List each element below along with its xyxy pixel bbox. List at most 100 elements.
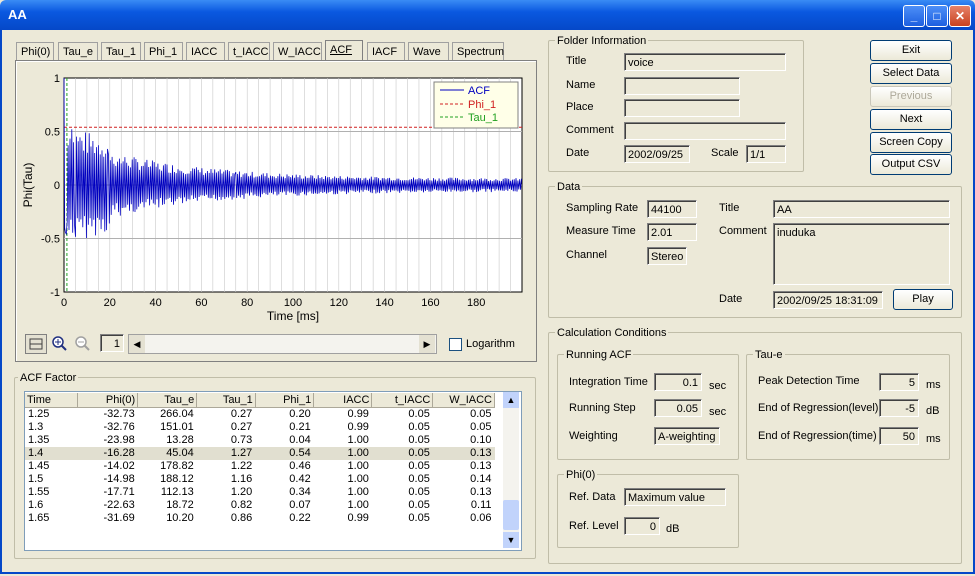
- x-tick-label: 0: [61, 297, 67, 309]
- eor-time-field[interactable]: 50: [879, 427, 919, 445]
- y-tick-label: -1: [50, 287, 60, 299]
- phi0-title: Phi(0): [564, 469, 598, 481]
- folder-name-field[interactable]: [624, 77, 740, 95]
- sampling-rate-label: Sampling Rate: [566, 202, 639, 214]
- page-field[interactable]: 1: [100, 334, 124, 352]
- table-cell: 112.13: [160, 486, 194, 498]
- x-axis-label: Time [ms]: [267, 309, 319, 323]
- ref-level-label: Ref. Level: [569, 520, 619, 532]
- fit-view-icon[interactable]: [25, 334, 47, 354]
- chart-scrollbar[interactable]: ◀ ▶: [128, 334, 437, 354]
- column-header[interactable]: IACC: [313, 393, 373, 408]
- eor-level-field[interactable]: -5: [879, 399, 919, 417]
- exit-button[interactable]: Exit: [870, 40, 952, 61]
- weighting-field[interactable]: A-weighting: [654, 427, 720, 445]
- folder-date-field[interactable]: 2002/09/25: [624, 145, 690, 163]
- tab-acf[interactable]: ACF: [325, 40, 363, 60]
- scale-field[interactable]: 1/1: [746, 145, 786, 163]
- y-tick-label: 0.5: [45, 127, 60, 139]
- column-header[interactable]: Phi(0): [77, 393, 139, 408]
- zoom-out-icon[interactable]: [72, 334, 92, 352]
- tab-wave[interactable]: Wave: [408, 42, 449, 60]
- table-row[interactable]: 1.55 -17.71 112.13 1.20 0.34 1.00 0.05 0.13: [25, 486, 495, 499]
- table-scrollbar[interactable]: ▲ ▼: [503, 392, 519, 548]
- table-row[interactable]: 1.25 -32.73 266.04 0.27 0.20 0.99 0.05 0.05: [25, 408, 495, 422]
- zoom-in-icon[interactable]: [49, 334, 69, 352]
- acf-factor-table[interactable]: Time Phi(0) Tau_e Tau_1 Phi_1 IACC t_IACC W_IAC…: [25, 393, 495, 525]
- table-row[interactable]: 1.4 -16.28 45.04 1.27 0.54 1.00 0.05 0.13: [25, 447, 495, 460]
- data-title-label: Title: [719, 202, 740, 214]
- running-step-field[interactable]: 0.05: [654, 399, 702, 417]
- table-cell: 1.20: [230, 486, 253, 498]
- sampling-rate-field[interactable]: 44100: [647, 200, 697, 218]
- select-data-button[interactable]: Select Data: [870, 63, 952, 84]
- table-row[interactable]: 1.45 -14.02 178.82 1.22 0.46 1.00 0.05 0.13: [25, 460, 495, 473]
- table-cell: 0.05: [408, 421, 430, 433]
- channel-field[interactable]: Stereo: [647, 247, 687, 265]
- data-date-label: Date: [719, 293, 743, 305]
- table-cell: 0.06: [470, 512, 492, 524]
- tab-spectrum[interactable]: Spectrum: [452, 42, 504, 60]
- close-button[interactable]: ✕: [949, 5, 971, 27]
- maximize-button[interactable]: □: [926, 5, 948, 27]
- title-bar[interactable]: AA _ □ ✕: [0, 0, 975, 30]
- column-header[interactable]: Phi_1: [255, 393, 315, 408]
- tab-w-iacc[interactable]: W_IACC: [273, 42, 322, 60]
- logarithm-checkbox[interactable]: [449, 338, 462, 351]
- ref-level-unit: dB: [666, 523, 680, 535]
- ref-level-field[interactable]: 0: [624, 517, 660, 535]
- table-row[interactable]: 1.65 -31.69 10.20 0.86 0.22 0.99 0.05 0.06: [25, 512, 495, 525]
- next-button[interactable]: Next: [870, 109, 952, 130]
- folder-title-field[interactable]: voice: [624, 53, 786, 71]
- data-title: Data: [555, 181, 583, 193]
- folder-place-field[interactable]: [624, 99, 740, 117]
- table-cell: 0.99: [347, 421, 369, 433]
- table-row[interactable]: 1.5 -14.98 188.12 1.16 0.42 1.00 0.05 0.14: [25, 473, 495, 486]
- ref-data-field[interactable]: Maximum value: [624, 488, 726, 506]
- data-comment-field[interactable]: inuduka: [773, 223, 950, 285]
- scroll-down-icon[interactable]: ▼: [503, 532, 519, 548]
- tab-tau-e[interactable]: Tau_e: [58, 42, 98, 60]
- tab-t-iacc[interactable]: t_IACC: [228, 42, 270, 60]
- scroll-thumb[interactable]: [503, 500, 519, 530]
- tab-iacc[interactable]: IACC: [186, 42, 225, 60]
- column-header[interactable]: Tau_1: [196, 393, 256, 408]
- column-header[interactable]: Time: [25, 393, 78, 408]
- column-header[interactable]: W_IACC: [432, 393, 495, 408]
- running-acf-title: Running ACF: [564, 349, 634, 361]
- table-cell: 0.14: [470, 473, 492, 485]
- tau-e-title: Tau-e: [753, 349, 785, 361]
- table-cell: -14.02: [103, 460, 135, 472]
- play-button[interactable]: Play: [893, 289, 953, 310]
- tab-iacf[interactable]: IACF: [367, 42, 405, 60]
- table-cell: 0.13: [470, 486, 492, 498]
- folder-comment-field[interactable]: [624, 122, 786, 140]
- table-cell: 0.99: [347, 408, 369, 420]
- scroll-right-icon[interactable]: ▶: [419, 335, 435, 353]
- column-header[interactable]: t_IACC: [371, 393, 434, 408]
- tab-tau-1[interactable]: Tau_1: [101, 42, 141, 60]
- measure-time-field[interactable]: 2.01: [647, 223, 697, 241]
- minimize-button[interactable]: _: [903, 5, 925, 27]
- ref-data-label: Ref. Data: [569, 491, 616, 503]
- screen-copy-button[interactable]: Screen Copy: [870, 132, 952, 153]
- peak-detection-field[interactable]: 5: [879, 373, 919, 391]
- table-row[interactable]: 1.3 -32.76 151.01 0.27 0.21 0.99 0.05 0.05: [25, 421, 495, 434]
- tab-phi-0-[interactable]: Phi(0): [16, 42, 54, 60]
- scroll-up-icon[interactable]: ▲: [503, 392, 519, 408]
- integration-time-field[interactable]: 0.1: [654, 373, 702, 391]
- table-cell: 45.04: [137, 447, 197, 460]
- table-cell: 10.20: [166, 512, 194, 524]
- table-row[interactable]: 1.6 -22.63 18.72 0.82 0.07 1.00 0.05 0.11: [25, 499, 495, 512]
- previous-button[interactable]: Previous: [870, 86, 952, 107]
- tab-phi-1[interactable]: Phi_1: [144, 42, 183, 60]
- data-date-field[interactable]: 2002/09/25 18:31:09: [773, 291, 883, 309]
- legend-label: Tau_1: [468, 112, 498, 124]
- data-title-field[interactable]: AA: [773, 200, 950, 218]
- scroll-left-icon[interactable]: ◀: [129, 335, 145, 353]
- output-csv-button[interactable]: Output CSV: [870, 154, 952, 175]
- eor-time-unit: ms: [926, 433, 941, 445]
- column-header[interactable]: Tau_e: [137, 393, 198, 408]
- table-cell: -23.98: [103, 434, 135, 446]
- table-row[interactable]: 1.35 -23.98 13.28 0.73 0.04 1.00 0.05 0.10: [25, 434, 495, 447]
